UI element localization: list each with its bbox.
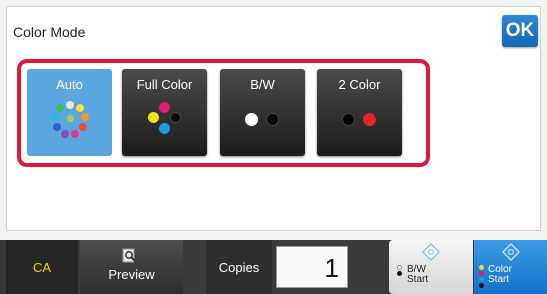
copies-label: Copies	[206, 240, 272, 294]
two-color-dots-icon	[340, 100, 380, 140]
preview-magnifier-icon	[122, 248, 136, 263]
full-color-dots-icon	[145, 100, 185, 140]
page-title: Color Mode	[13, 24, 86, 40]
clear-all-button[interactable]: CA	[6, 240, 78, 294]
color-start-button[interactable]: Color Start	[474, 240, 547, 294]
bw-start-label: B/W Start	[407, 265, 428, 285]
bw-start-diamond-icon	[422, 243, 440, 261]
mode-full-color-button[interactable]: Full Color	[122, 69, 207, 156]
bw-mini-dots-icon	[397, 265, 403, 277]
mode-bw-button[interactable]: B/W	[220, 69, 305, 156]
bw-start-line2: Start	[407, 274, 429, 285]
mode-auto-label: Auto	[56, 77, 83, 92]
mode-two-color-button[interactable]: 2 Color	[317, 69, 402, 156]
color-start-label: Color Start	[488, 265, 512, 285]
mode-full-color-label: Full Color	[136, 77, 193, 92]
preview-button[interactable]: Preview	[80, 240, 183, 294]
bw-start-button[interactable]: B/W Start	[389, 240, 473, 294]
mode-two-color-label: 2 Color	[338, 77, 381, 92]
mode-auto-button[interactable]: Auto	[27, 69, 112, 156]
ok-button[interactable]: OK	[502, 15, 538, 47]
copies-input[interactable]: 1	[276, 246, 348, 288]
color-start-diamond-icon	[502, 243, 520, 261]
screen: Color Mode OK Auto Full Color B/W 2 Colo…	[0, 0, 547, 294]
mode-bw-label: B/W	[250, 77, 275, 92]
auto-color-wheel-icon	[50, 100, 90, 140]
color-start-line2: Start	[488, 274, 510, 285]
color-mini-dots-icon	[479, 265, 485, 289]
bw-dots-icon	[243, 100, 283, 140]
preview-label: Preview	[108, 267, 155, 282]
